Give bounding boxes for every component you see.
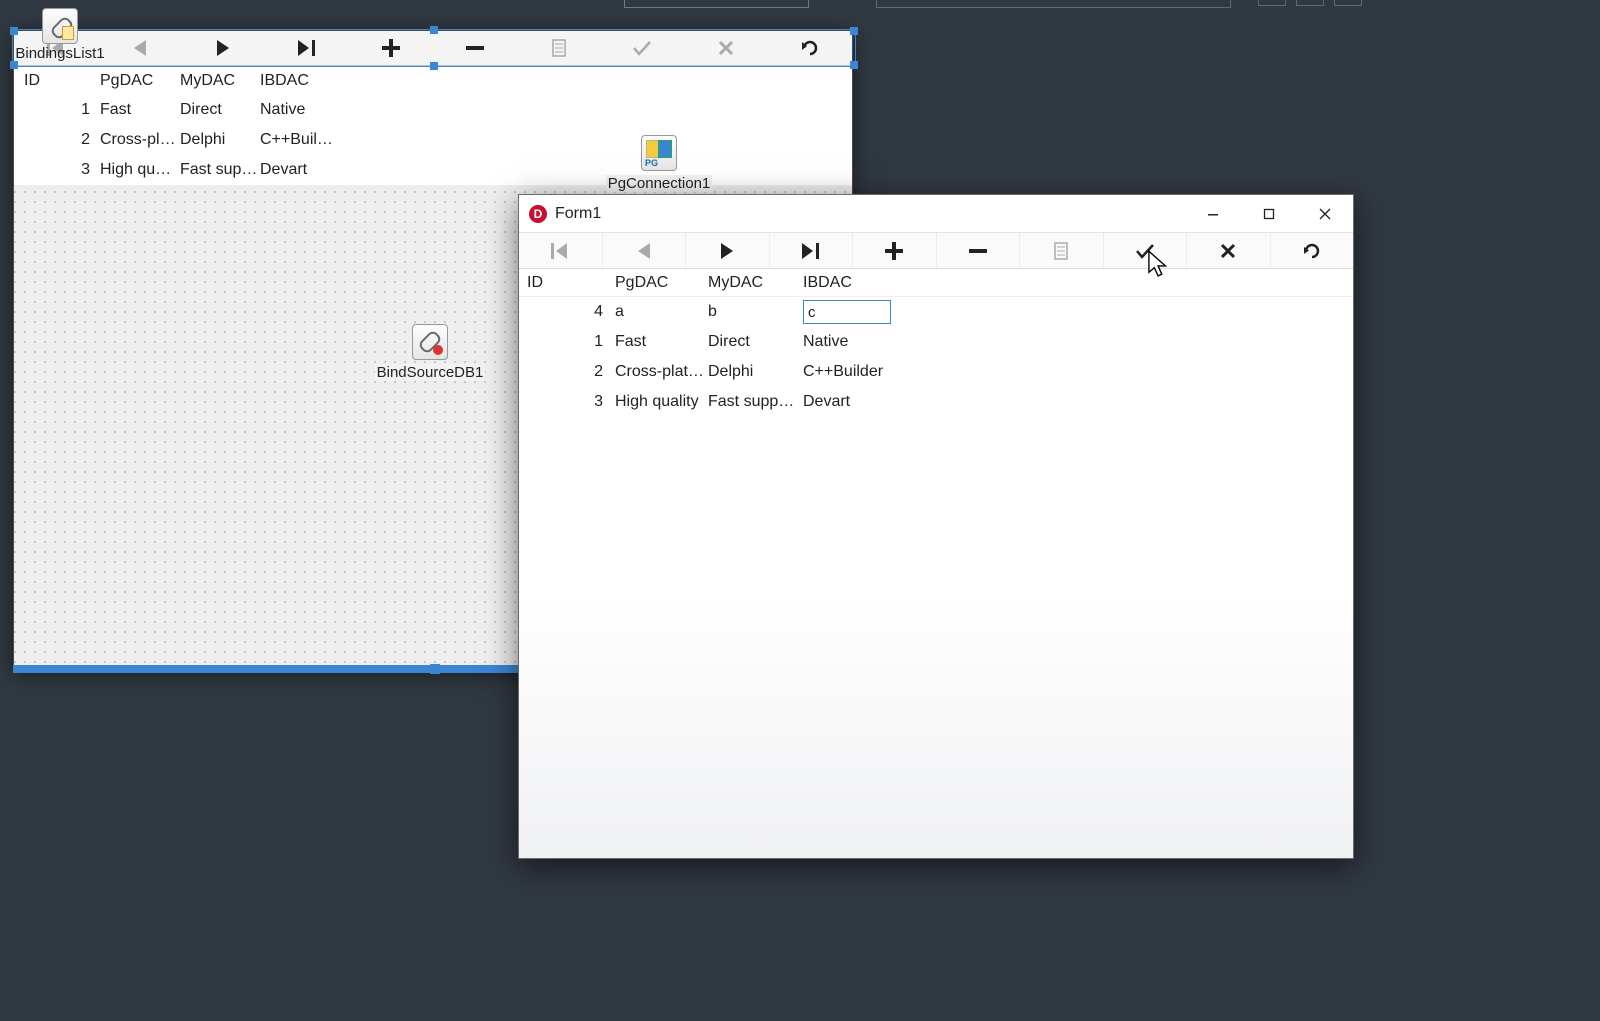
design-grid-cell: Native: [260, 101, 340, 119]
runtime-grid-header-pg[interactable]: PgDAC: [613, 274, 708, 292]
design-form-bottom-selection-bar: [13, 665, 519, 673]
runtime-grid-header-ib[interactable]: IBDAC: [803, 274, 898, 292]
selection-handle-ml[interactable]: [10, 61, 18, 69]
runtime-grid-cell[interactable]: Direct: [708, 333, 803, 351]
rt-nav-insert-button[interactable]: [853, 233, 937, 268]
nav-delete-button[interactable]: [433, 31, 517, 65]
design-navigator: [14, 31, 852, 66]
ide-tool-button-3[interactable]: [1334, 0, 1362, 6]
pgconnection-component[interactable]: PG PgConnection1: [579, 135, 739, 192]
runtime-grid-cell[interactable]: 3: [519, 393, 613, 411]
design-grid-cell: Cross-pl…: [100, 131, 180, 149]
nav-cancel-button[interactable]: [684, 31, 768, 65]
runtime-grid-row[interactable]: 1 Fast Direct Native: [519, 327, 1353, 357]
design-grid-header-row: ID PgDAC MyDAC IBDAC: [14, 66, 852, 95]
runtime-grid-cell[interactable]: 2: [519, 363, 613, 381]
runtime-grid-cell[interactable]: Cross-plat…: [613, 363, 708, 381]
runtime-grid-cell[interactable]: High quality: [613, 393, 708, 411]
runtime-grid-cell[interactable]: 1: [519, 333, 613, 351]
runtime-grid-cell-pg[interactable]: a: [613, 303, 708, 321]
runtime-grid-cell-id[interactable]: 4: [519, 303, 613, 321]
design-grid-header-id: ID: [14, 72, 100, 90]
bindingslist-component[interactable]: BindingsList1: [0, 8, 123, 62]
runtime-window: D Form1: [518, 194, 1354, 859]
design-grid-cell: Delphi: [180, 131, 260, 149]
design-form-bottom-selection-handle[interactable]: [430, 664, 440, 674]
pgconnection-icon: PG: [641, 135, 677, 171]
nav-next-button[interactable]: [182, 31, 266, 65]
runtime-grid-row[interactable]: 2 Cross-plat… Delphi C++Builder: [519, 357, 1353, 387]
rt-nav-edit-button[interactable]: [1020, 233, 1104, 268]
design-grid-cell: Fast: [100, 101, 180, 119]
rt-nav-post-button[interactable]: [1104, 233, 1188, 268]
platform-combo[interactable]: Windows: [624, 0, 809, 8]
rt-nav-refresh-button[interactable]: [1271, 233, 1354, 268]
bindsource-component[interactable]: BindSourceDB1: [350, 324, 510, 381]
design-grid-cell: Devart: [260, 161, 340, 179]
ide-tool-button-1[interactable]: [1258, 0, 1286, 6]
window-title: Form1: [555, 205, 601, 223]
build-combo[interactable]: Master: [876, 0, 1231, 8]
runtime-grid-header: ID PgDAC MyDAC IBDAC: [519, 269, 1353, 297]
runtime-grid-cell[interactable]: Native: [803, 333, 898, 351]
nav-last-button[interactable]: [265, 31, 349, 65]
runtime-grid-header-id[interactable]: ID: [519, 274, 613, 292]
design-grid-cell: C++Buil…: [260, 131, 340, 149]
runtime-grid-header-my[interactable]: MyDAC: [708, 274, 803, 292]
nav-edit-button[interactable]: [517, 31, 601, 65]
selection-handle-tr[interactable]: [850, 27, 858, 35]
runtime-grid-row[interactable]: 3 High quality Fast supp… Devart: [519, 387, 1353, 417]
runtime-grid-cell-ib-editing[interactable]: [803, 300, 898, 324]
runtime-grid-cell[interactable]: Delphi: [708, 363, 803, 381]
selection-handle-tm[interactable]: [430, 26, 438, 34]
runtime-grid-cell-my[interactable]: b: [708, 303, 803, 321]
design-grid-cell: Fast sup…: [180, 161, 260, 179]
ide-tool-button-2[interactable]: [1296, 0, 1324, 6]
design-grid-cell: 2: [14, 131, 100, 149]
runtime-grid-row-editing[interactable]: 4 a b: [519, 297, 1353, 327]
rt-nav-last-button[interactable]: [770, 233, 854, 268]
titlebar[interactable]: D Form1: [519, 195, 1353, 233]
design-grid-header-pg: PgDAC: [100, 72, 180, 90]
bindingslist-icon: [42, 8, 78, 44]
nav-insert-button[interactable]: [349, 31, 433, 65]
design-grid-row[interactable]: 1 Fast Direct Native: [14, 95, 852, 125]
ide-topbar: Windows Master: [0, 0, 1600, 6]
bindsource-icon: [412, 324, 448, 360]
selection-handle-mr[interactable]: [850, 61, 858, 69]
rt-nav-first-button[interactable]: [519, 233, 603, 268]
maximize-button[interactable]: [1241, 195, 1297, 233]
design-grid-header-ib: IBDAC: [260, 72, 340, 90]
pgconnection-label: PgConnection1: [606, 175, 713, 192]
close-button[interactable]: [1297, 195, 1353, 233]
design-grid-header-my: MyDAC: [180, 72, 260, 90]
design-grid-cell: High qu…: [100, 161, 180, 179]
design-grid-cell: 3: [14, 161, 100, 179]
selection-handle-bm[interactable]: [430, 62, 438, 70]
bindsource-label: BindSourceDB1: [375, 364, 486, 381]
rt-nav-prev-button[interactable]: [603, 233, 687, 268]
design-grid-cell: 1: [14, 101, 100, 119]
runtime-grid-cell[interactable]: Fast supp…: [708, 393, 803, 411]
design-grid-cell: Direct: [180, 101, 260, 119]
rt-nav-delete-button[interactable]: [937, 233, 1021, 268]
runtime-grid-cell[interactable]: C++Builder: [803, 363, 898, 381]
runtime-navigator: [519, 233, 1353, 269]
bindingslist-label: BindingsList1: [15, 45, 104, 62]
nav-refresh-button[interactable]: [768, 31, 852, 65]
app-icon: D: [529, 205, 547, 223]
minimize-button[interactable]: [1185, 195, 1241, 233]
rt-nav-cancel-button[interactable]: [1187, 233, 1271, 268]
runtime-grid-edit-input[interactable]: [803, 300, 891, 324]
runtime-grid-cell[interactable]: Devart: [803, 393, 898, 411]
runtime-grid-cell[interactable]: Fast: [613, 333, 708, 351]
rt-nav-next-button[interactable]: [686, 233, 770, 268]
nav-post-button[interactable]: [601, 31, 685, 65]
